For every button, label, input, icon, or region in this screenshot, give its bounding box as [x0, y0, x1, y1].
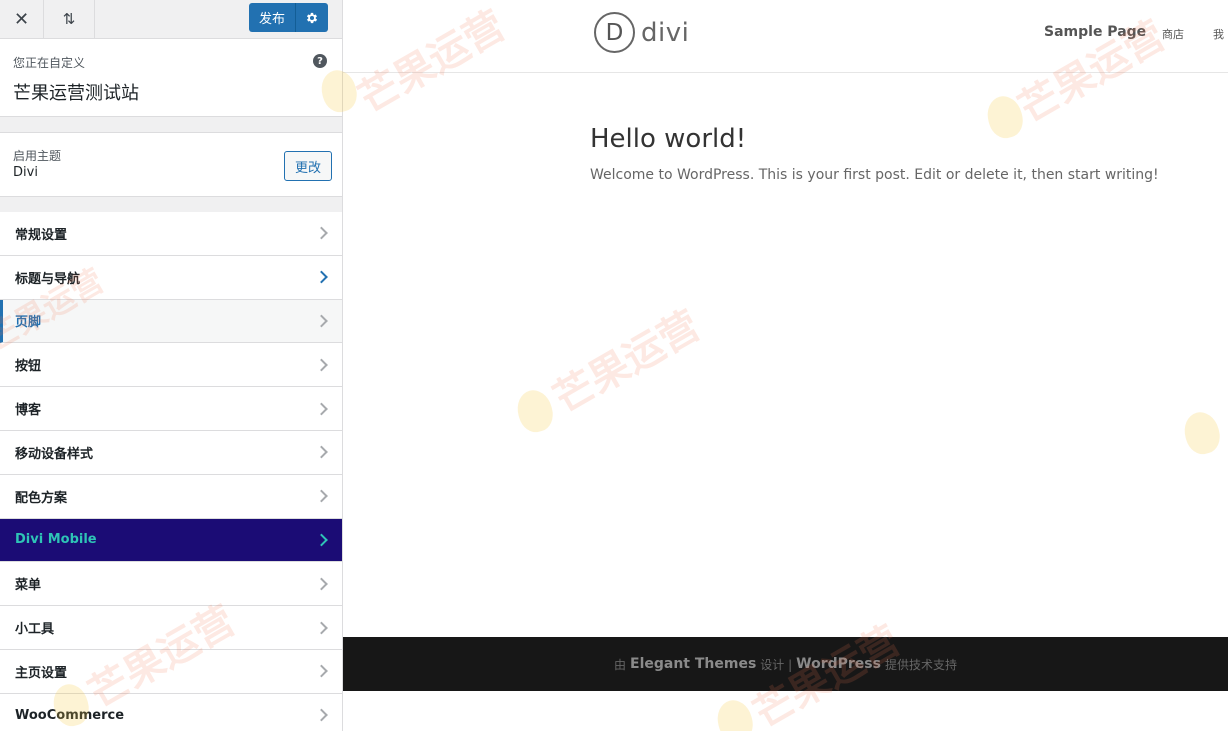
customizer-panel-list: 常规设置 标题与导航 页脚 按钮 博客 移动设备样式 配色方案 Divi Mob… [0, 212, 342, 731]
nav-sample-page[interactable]: Sample Page [1044, 24, 1146, 40]
panel-label: 博客 [15, 403, 42, 419]
change-theme-button[interactable]: 更改 [284, 151, 332, 181]
nav-shop[interactable]: 商店 [1162, 26, 1184, 42]
panel-mobile-styles[interactable]: 移动设备样式 [0, 430, 342, 475]
chevron-right-icon [315, 358, 328, 372]
panel-menus[interactable]: 菜单 [0, 562, 342, 607]
site-logo[interactable]: D divi [594, 12, 689, 53]
chevron-right-icon [315, 270, 328, 284]
publish-button-group: 发布 [249, 3, 328, 32]
panel-footer[interactable]: 页脚 [0, 299, 342, 344]
panel-blog[interactable]: 博客 [0, 387, 342, 431]
up-down-arrows-icon: ⇅ [62, 10, 76, 28]
customizer-sidebar: ✕ ⇅ 发布 您正在自定义 芒果运营测试站 ? 启用主题 Divi 更改 常规设… [0, 0, 343, 731]
panel-label: 菜单 [15, 578, 42, 594]
footer-prefix: 由 [613, 657, 626, 672]
panel-label: 移动设备样式 [15, 446, 94, 462]
gear-icon [306, 12, 318, 23]
panel-label: 配色方案 [15, 490, 68, 506]
footer-link-elegant-themes[interactable]: Elegant Themes [630, 656, 756, 672]
chevron-right-icon [315, 621, 328, 634]
panel-label: 按钮 [15, 359, 42, 375]
publish-button[interactable]: 发布 [249, 3, 296, 32]
footer-link-wordpress[interactable]: WordPress [796, 656, 881, 672]
active-theme-label: 启用主题 [13, 149, 62, 163]
sort-button[interactable]: ⇅ [44, 0, 95, 38]
panel-woocommerce[interactable]: WooCommerce [0, 693, 342, 731]
post-excerpt: Welcome to WordPress. This is your first… [590, 167, 1159, 183]
panel-label: 标题与导航 [15, 271, 81, 287]
panel-label: WooCommerce [15, 707, 125, 723]
panel-general-settings[interactable]: 常规设置 [0, 212, 342, 256]
panel-label: 主页设置 [15, 665, 68, 681]
nav-my-account[interactable]: 我 [1213, 26, 1224, 42]
panel-widgets[interactable]: 小工具 [0, 606, 342, 650]
post-title[interactable]: Hello world! [590, 124, 746, 154]
active-theme-name: Divi [13, 165, 38, 180]
chevron-right-icon [315, 664, 328, 678]
chevron-right-icon [315, 314, 328, 328]
panel-divi-mobile[interactable]: Divi Mobile [0, 518, 342, 563]
panel-homepage-settings[interactable]: 主页设置 [0, 649, 342, 694]
panel-label: Divi Mobile [15, 532, 97, 548]
site-header: D divi Sample Page 商店 我 [343, 0, 1228, 73]
chevron-right-icon [315, 489, 328, 503]
customizing-label: 您正在自定义 [13, 56, 86, 70]
logo-mark: D [594, 12, 635, 53]
panel-buttons[interactable]: 按钮 [0, 343, 342, 388]
active-theme-section: 启用主题 Divi 更改 [0, 132, 342, 197]
customizer-window: ✕ ⇅ 发布 您正在自定义 芒果运营测试站 ? 启用主题 Divi 更改 常规设… [0, 0, 1228, 731]
help-icon[interactable]: ? [313, 54, 327, 68]
chevron-right-icon [315, 446, 328, 459]
panel-label: 页脚 [15, 315, 42, 331]
chevron-right-icon [315, 402, 328, 415]
customizing-info: 您正在自定义 芒果运营测试站 ? [0, 39, 342, 117]
site-footer: 由 Elegant Themes 设计 | WordPress 提供技术支持 [343, 637, 1228, 691]
panel-color-schemes[interactable]: 配色方案 [0, 474, 342, 519]
panel-label: 小工具 [15, 622, 55, 638]
footer-suffix: 提供技术支持 [884, 657, 957, 672]
close-button[interactable]: ✕ [0, 0, 44, 38]
customizer-topbar: ✕ ⇅ 发布 [0, 0, 342, 39]
close-icon: ✕ [13, 8, 30, 30]
logo-text: divi [641, 17, 690, 48]
chevron-right-icon [315, 533, 328, 547]
panel-label: 常规设置 [15, 227, 68, 243]
footer-mid: 设计 | [760, 657, 793, 672]
chevron-right-icon [315, 708, 328, 722]
site-preview: D divi Sample Page 商店 我 Hello world! Wel… [343, 0, 1228, 731]
publish-settings-button[interactable] [296, 3, 328, 32]
panel-header-navigation[interactable]: 标题与导航 [0, 255, 342, 300]
chevron-right-icon [315, 577, 328, 591]
site-title: 芒果运营测试站 [13, 83, 139, 104]
chevron-right-icon [315, 227, 328, 240]
